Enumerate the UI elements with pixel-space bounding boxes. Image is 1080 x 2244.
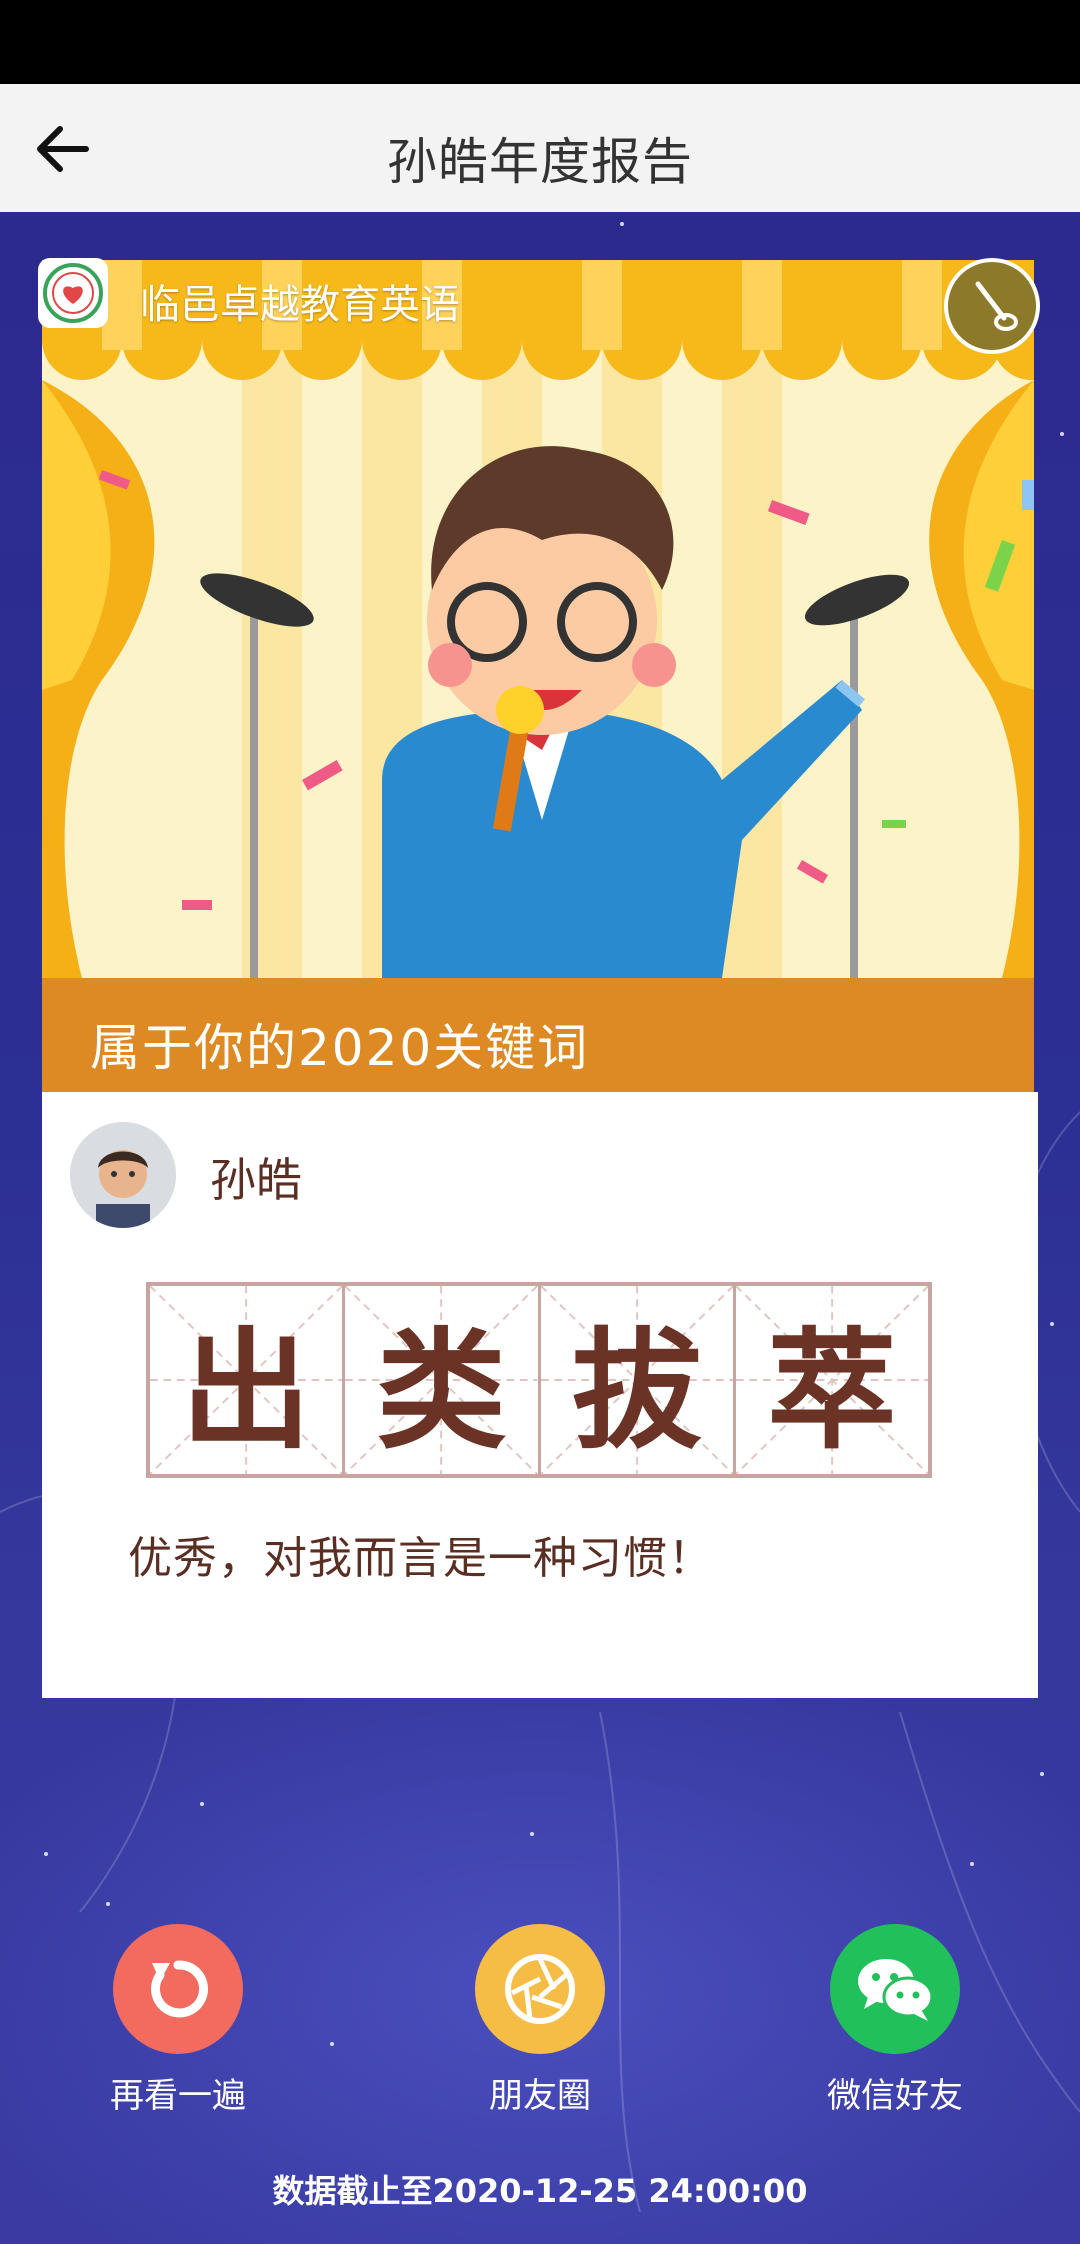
- idiom-char: 拔: [540, 1286, 736, 1474]
- avatar: [70, 1122, 176, 1228]
- status-bar: [0, 0, 1080, 84]
- share-moments-button[interactable]: 朋友圈: [440, 1924, 640, 2117]
- data-cutoff-text: 数据截止至2020-12-25 24:00:00: [272, 2172, 808, 2210]
- keyword-banner: 属于你的2020关键词: [42, 978, 1034, 1092]
- report-card: 属于你的2020关键词 孙皓 出 类 拔 萃 优秀，对我而言是一种习惯！: [42, 260, 1038, 1698]
- music-toggle-button[interactable]: [944, 258, 1040, 354]
- share-wechat-friend-button[interactable]: 微信好友: [795, 1924, 995, 2117]
- replay-label: 再看一遍: [110, 2076, 246, 2116]
- wechat-icon: [830, 1924, 960, 2054]
- idiom-char: 类: [345, 1286, 541, 1474]
- keyword-heading: 属于你的2020关键词: [90, 1019, 590, 1077]
- share-wechat-friend-label: 微信好友: [827, 2076, 963, 2116]
- replay-button[interactable]: 再看一遍: [78, 1924, 278, 2117]
- music-note-icon: [975, 281, 1018, 331]
- user-name: 孙皓: [210, 1153, 302, 1207]
- keyword-panel: 孙皓 出 类 拔 萃 优秀，对我而言是一种习惯！: [42, 1092, 1038, 1698]
- idiom-char: 萃: [735, 1286, 928, 1474]
- page-title: 孙皓年度报告: [387, 133, 693, 191]
- org-name: 临邑卓越教育英语: [140, 282, 460, 328]
- idiom-char: 出: [150, 1286, 346, 1474]
- share-moments-label: 朋友圈: [489, 2076, 591, 2116]
- idiom-grid: 出 类 拔 萃: [146, 1282, 932, 1478]
- stage-illustration: [42, 260, 1034, 978]
- replay-icon: [113, 1924, 243, 2054]
- motto-text: 优秀，对我而言是一种习惯！: [128, 1533, 713, 1584]
- school-logo: [38, 258, 108, 328]
- nav-bar: 孙皓年度报告: [0, 84, 1080, 213]
- moments-shutter-icon: [475, 1924, 605, 2054]
